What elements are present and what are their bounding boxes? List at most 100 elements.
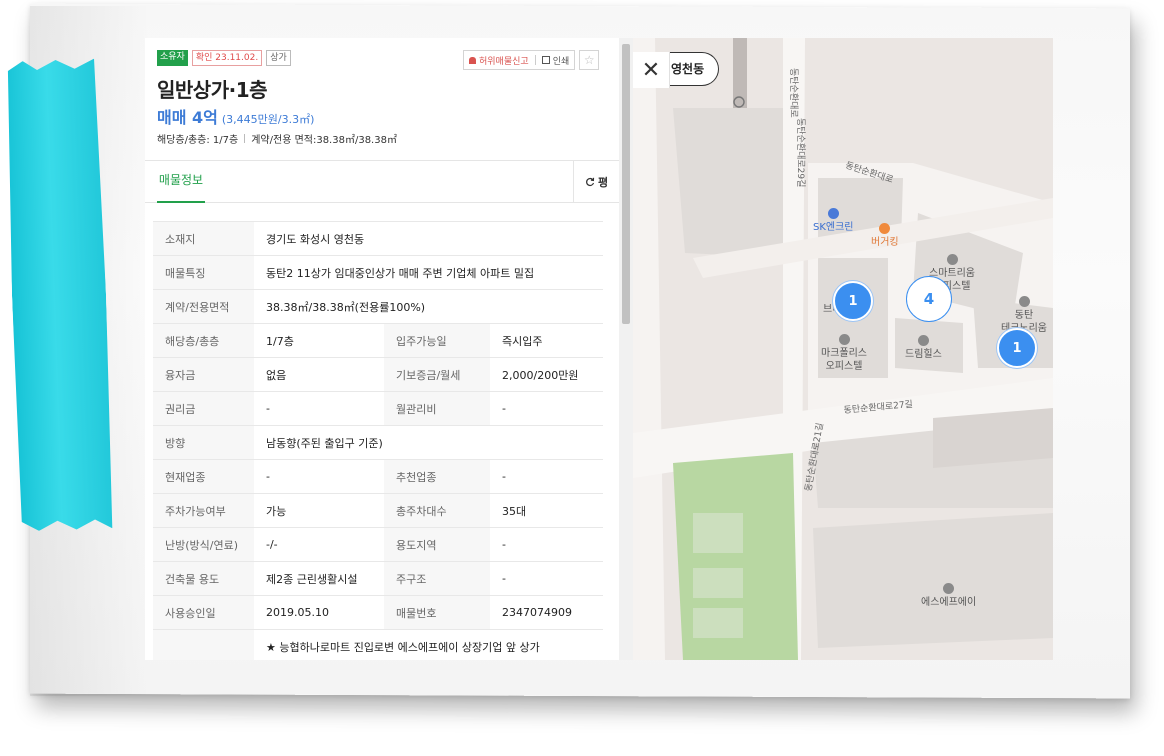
- info-value: -: [490, 391, 603, 426]
- info-row: 방향 남동향(주된 출입구 기준): [153, 425, 603, 460]
- info-row: 융자금 없음 기보증금/월세 2,000/200만원: [153, 357, 603, 392]
- info-value: -: [254, 459, 384, 494]
- listing-title: 일반상가·1층: [157, 78, 268, 102]
- info-label: 난방(방식/연료): [153, 527, 254, 562]
- info-label: 총주차대수: [384, 493, 490, 528]
- info-row: 소재지 경기도 화성시 영천동: [153, 221, 603, 256]
- info-label: 기보증금/월세: [384, 357, 490, 392]
- tab-bar: 매물정보 평: [145, 160, 619, 203]
- type-badge: 상가: [266, 50, 291, 66]
- refresh-icon: [585, 177, 595, 186]
- listing-meta: 해당층/총층: 1/7층 계약/전용 면적:38.38㎡/38.38㎡: [157, 131, 397, 146]
- info-row: 난방(방식/연료) -/- 용도지역 -: [153, 527, 603, 562]
- badge-group: 소유자 확인 23.11.02. 상가: [157, 50, 291, 66]
- info-row: 계약/전용면적 38.38㎡/38.38㎡(전용률100%): [153, 289, 603, 324]
- listing-screenshot: 소유자 확인 23.11.02. 상가 허위매물신고 인쇄 ☆ 일반상가·1층 …: [145, 38, 1053, 660]
- info-value: 38.38㎡/38.38㎡(전용률100%): [254, 289, 603, 324]
- info-label: 해당층/총층: [153, 323, 254, 358]
- owner-badge: 소유자: [157, 50, 188, 66]
- road-label: 동탄순환대로29길: [795, 118, 805, 188]
- info-label: 매물특징: [153, 255, 254, 290]
- map-cluster-marker[interactable]: 4: [906, 276, 952, 322]
- building-icon: [838, 334, 850, 345]
- map-close-button[interactable]: ✕: [633, 52, 670, 88]
- info-row: 해당층/총층 1/7층 입주가능일 즉시입주: [153, 323, 603, 358]
- info-label: 추천업종: [384, 459, 490, 494]
- info-label: [153, 629, 254, 660]
- info-value: -/-: [254, 527, 384, 562]
- poi-sk-gas-station[interactable]: SK엔크린: [813, 208, 854, 234]
- poi-burger-king[interactable]: 버거킹: [871, 223, 899, 249]
- info-row: 주차가능여부 가능 총주차대수 35대: [153, 493, 603, 528]
- poi-markpolis[interactable]: 마크폴리스 오피스텔: [821, 334, 867, 373]
- star-icon: ☆: [583, 53, 595, 67]
- info-row: 현재업종 - 추천업종 -: [153, 459, 603, 494]
- tab-listing-info[interactable]: 매물정보: [157, 161, 205, 203]
- favorite-star-button[interactable]: ☆: [579, 50, 600, 70]
- location-chip[interactable]: 영천동: [667, 52, 720, 86]
- info-value: -: [254, 391, 384, 426]
- map-cluster-marker[interactable]: 1: [833, 281, 873, 321]
- info-row: 사용승인일 2019.05.10 매물번호 2347074909: [153, 595, 603, 630]
- info-label: 현재업종: [153, 459, 254, 494]
- map-view[interactable]: 동탄순환대로 동탄순환대로29길 동탄순환대로 동탄순환대로27길 동탄순환대로…: [633, 38, 1053, 660]
- info-row: 권리금 - 월관리비 -: [153, 391, 603, 426]
- info-value: 동탄2 11상가 임대중인상가 매매 주변 기업체 아파트 밀집: [254, 255, 603, 290]
- print-button[interactable]: 인쇄: [541, 54, 569, 67]
- info-value: 남동향(주된 출입구 기준): [254, 425, 603, 460]
- floor-info: 해당층/총층: 1/7층: [157, 135, 239, 146]
- info-row: 매물특징 동탄2 11상가 임대중인상가 매매 주변 기업체 아파트 밀집: [153, 255, 603, 290]
- building-icon: [946, 254, 958, 265]
- unit-toggle-button[interactable]: 평: [573, 161, 619, 202]
- info-label: 용도지역: [384, 527, 490, 562]
- info-label: 계약/전용면적: [153, 289, 254, 324]
- map-cluster-marker[interactable]: 1: [997, 328, 1037, 368]
- road-label: 동탄순환대로: [788, 68, 798, 118]
- building-icon: [1018, 296, 1030, 307]
- info-label: 매물번호: [384, 595, 490, 630]
- info-value: -: [490, 459, 603, 494]
- info-value: 경기도 화성시 영천동: [254, 221, 603, 256]
- info-label: 소재지: [153, 221, 254, 256]
- info-value: 없음: [254, 357, 384, 392]
- info-label: 주구조: [384, 561, 490, 596]
- price-block: 매매 4억 (3,445만원/3.3㎡): [157, 104, 314, 128]
- poi-dreamhills[interactable]: 드림힐스: [905, 335, 942, 361]
- price-main: 매매 4억: [157, 108, 218, 127]
- info-value: -: [490, 527, 603, 562]
- action-bar: 허위매물신고 인쇄 ☆: [463, 50, 600, 70]
- poi-sfa[interactable]: 에스에프에이: [921, 583, 976, 609]
- verified-badge: 확인 23.11.02.: [191, 50, 263, 66]
- info-value: 즉시입주: [490, 323, 603, 358]
- info-label: 사용승인일: [153, 595, 254, 630]
- info-value: ★ 능협하나로마트 진입로변 에스에프에이 상장기업 앞 상가: [254, 629, 603, 660]
- scrollbar-thumb[interactable]: [622, 44, 630, 324]
- restaurant-icon: [879, 223, 891, 234]
- info-value: 제2종 근린생활시설: [254, 561, 384, 596]
- info-label: 방향: [153, 425, 254, 460]
- listing-info-table: 소재지 경기도 화성시 영천동 매물특징 동탄2 11상가 임대중인상가 매매 주변 …: [153, 221, 603, 660]
- company-icon: [943, 583, 955, 594]
- info-row: ★ 능협하나로마트 진입로변 에스에프에이 상장기업 앞 상가: [153, 629, 603, 660]
- scrollbar[interactable]: [619, 38, 633, 660]
- info-label: 융자금: [153, 357, 254, 392]
- info-label: 권리금: [153, 391, 254, 426]
- info-value: 2,000/200만원: [490, 357, 603, 392]
- info-value: 2019.05.10: [254, 595, 384, 630]
- info-label: 월관리비: [384, 391, 490, 426]
- listing-panel: 소유자 확인 23.11.02. 상가 허위매물신고 인쇄 ☆ 일반상가·1층 …: [145, 38, 619, 660]
- close-icon: ✕: [641, 57, 661, 83]
- info-value: 2347074909: [490, 595, 603, 630]
- print-icon: [541, 56, 550, 64]
- gas-station-icon: [827, 208, 839, 219]
- info-row: 건축물 용도 제2종 근린생활시설 주구조 -: [153, 561, 603, 596]
- info-value: -: [490, 561, 603, 596]
- info-label: 주차가능여부: [153, 493, 254, 528]
- info-value: 35대: [490, 493, 603, 528]
- info-label: 건축물 용도: [153, 561, 254, 596]
- siren-icon: [469, 56, 476, 64]
- building-icon: [917, 335, 929, 346]
- info-label: 입주가능일: [384, 323, 490, 358]
- area-info: 계약/전용 면적:38.38㎡/38.38㎡: [251, 135, 397, 146]
- report-button[interactable]: 허위매물신고: [469, 54, 529, 67]
